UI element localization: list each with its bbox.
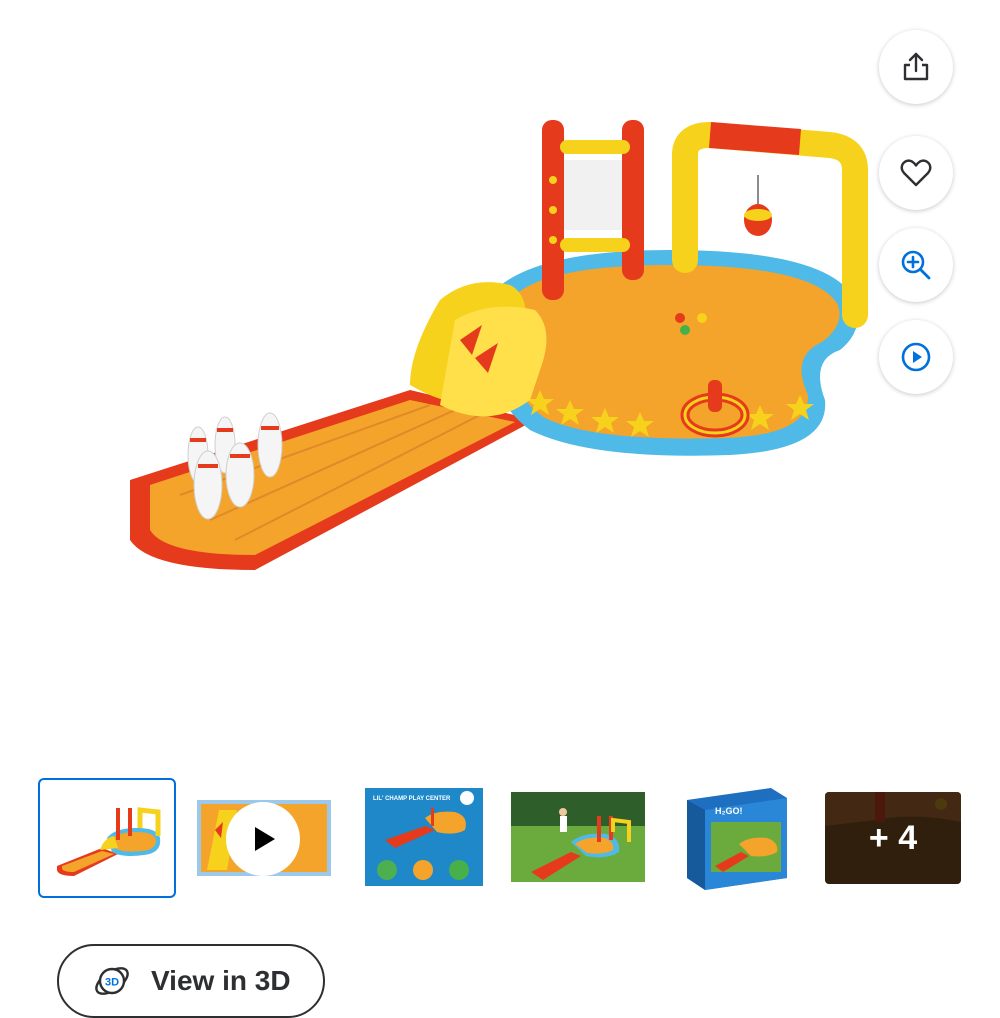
box-brand: H₂GO!: [715, 806, 743, 816]
product-main-image[interactable]: [110, 100, 870, 580]
play-circle-icon: [901, 342, 931, 372]
play-icon: [255, 827, 275, 851]
infographic-title: LIL' CHAMP PLAY CENTER: [373, 796, 451, 802]
thumbnail-3[interactable]: LIL' CHAMP PLAY CENTER: [356, 778, 492, 896]
thumbnail-5[interactable]: H₂GO!: [668, 778, 804, 896]
thumbnail-2-video[interactable]: [196, 778, 332, 896]
more-images-count: + 4: [868, 818, 918, 857]
view-in-3d-button[interactable]: 3D View in 3D: [57, 944, 325, 1018]
heart-icon: [900, 159, 932, 187]
video-play-button[interactable]: [226, 802, 300, 876]
zoom-button[interactable]: [879, 228, 953, 302]
3d-badge-text: 3D: [105, 977, 119, 989]
thumbnail-more[interactable]: + 4: [825, 792, 961, 884]
zoom-in-icon: [901, 250, 931, 280]
favorite-button[interactable]: [879, 136, 953, 210]
thumbnail-4[interactable]: [510, 778, 646, 896]
thumbnail-1[interactable]: [38, 778, 176, 898]
share-icon: [903, 52, 929, 81]
view-in-3d-label: View in 3D: [151, 965, 291, 996]
3d-view-icon: 3D: [95, 967, 129, 995]
video-button[interactable]: [879, 320, 953, 394]
thumbnail-strip: LIL' CHAMP PLAY CENTER H₂GO! + 4: [0, 770, 1000, 905]
share-button[interactable]: [879, 30, 953, 104]
